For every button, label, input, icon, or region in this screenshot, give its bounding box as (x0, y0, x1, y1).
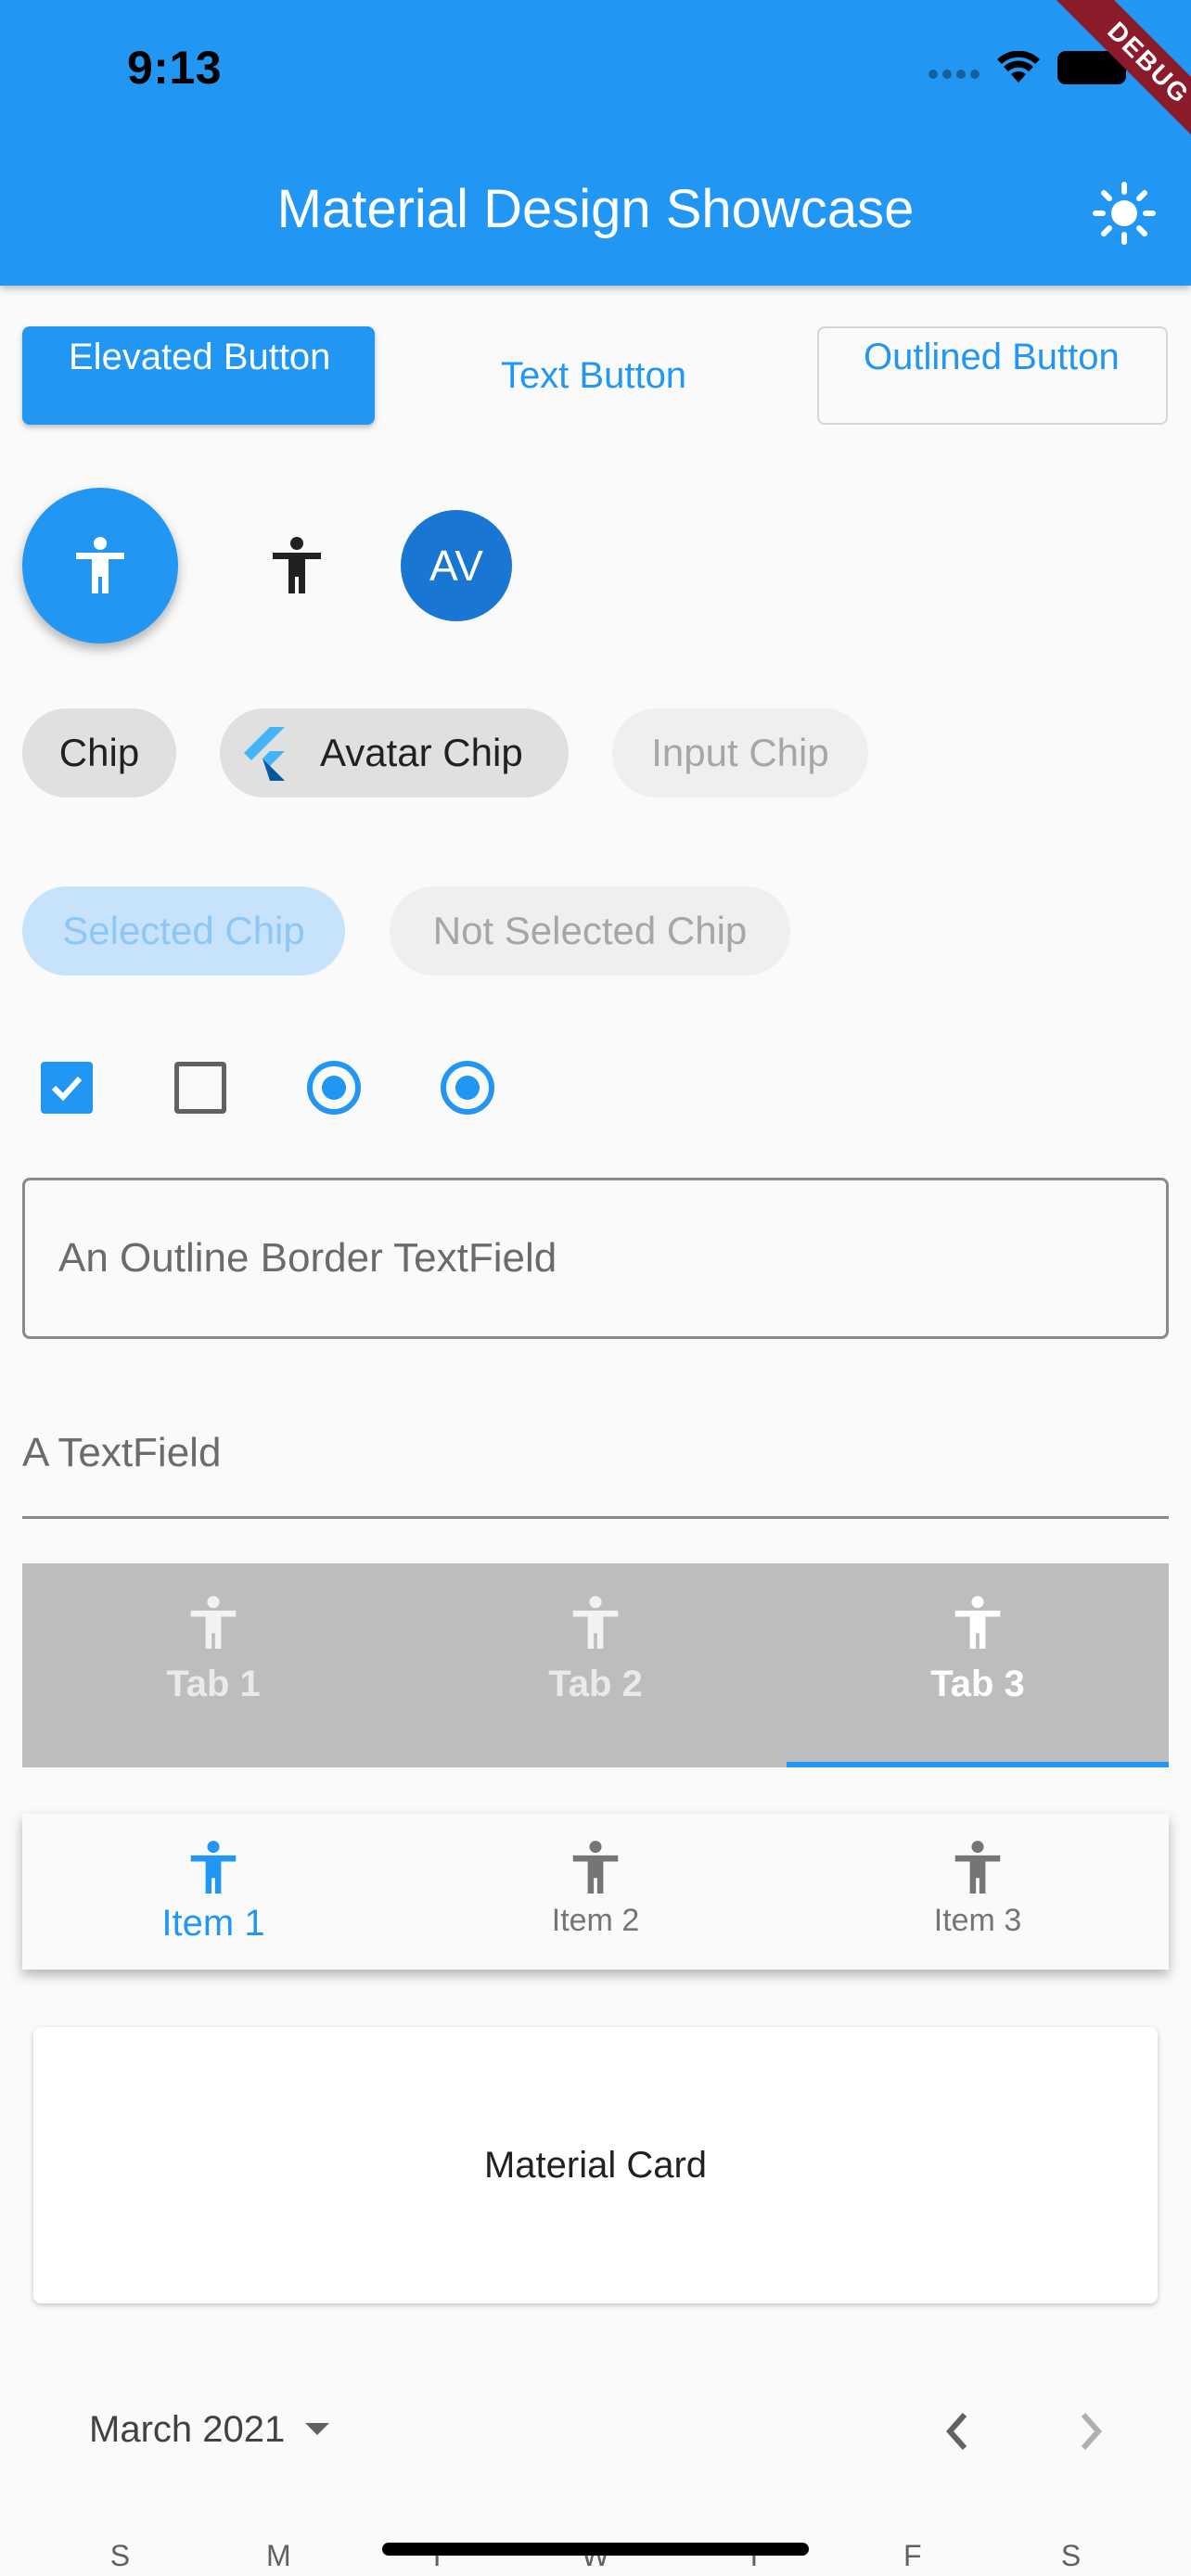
app-bar-title: Material Design Showcase (276, 179, 915, 239)
accessibility-icon (273, 537, 321, 593)
app-bar: 9:13 Material Design Showcase DEBUG (0, 0, 1191, 286)
avatar-chip[interactable]: Avatar Chip (220, 708, 569, 797)
weekday-label: F (903, 2539, 922, 2572)
card-label: Material Card (483, 2144, 708, 2186)
flutter-logo-icon (244, 727, 285, 781)
theme-toggle-button[interactable] (1087, 176, 1161, 250)
accessibility-icon (76, 537, 124, 593)
brightness-icon (1093, 182, 1156, 245)
tab-3[interactable]: Tab 3 (787, 1563, 1169, 1767)
accessibility-icon (572, 1841, 619, 1894)
avatar: AV (401, 510, 512, 621)
weekday-label: S (1060, 2539, 1082, 2572)
accessibility-icon (954, 1841, 1001, 1894)
elevated-button[interactable]: Elevated Button (22, 326, 375, 425)
dropdown-arrow-icon (305, 2423, 330, 2435)
nav-item-1[interactable]: Item 1 (22, 1814, 404, 1970)
checkbox-unchecked[interactable] (174, 1062, 226, 1114)
tab-label: Tab 2 (548, 1664, 643, 1704)
nav-item-3[interactable]: Item 3 (787, 1814, 1169, 1970)
accessibility-icon (954, 1596, 1001, 1649)
material-card: Material Card (33, 2027, 1158, 2303)
avatar-chip-label: Avatar Chip (320, 731, 523, 774)
accessibility-icon-button[interactable] (250, 519, 343, 612)
radio-button-2[interactable] (441, 1061, 494, 1115)
tab-label: Tab 1 (166, 1664, 261, 1704)
weekday-label: M (265, 2539, 291, 2572)
signal-icon (928, 49, 980, 86)
nav-item-2[interactable]: Item 2 (404, 1814, 787, 1970)
debug-banner: DEBUG (1029, 0, 1191, 183)
accessibility-icon (572, 1596, 619, 1649)
home-indicator[interactable] (382, 2543, 809, 2556)
check-icon (51, 1076, 83, 1102)
accessibility-icon (190, 1841, 237, 1894)
calendar-month-label: March 2021 (89, 2408, 286, 2450)
bottom-navigation-bar: Item 1 Item 2 Item 3 (22, 1814, 1169, 1970)
status-time: 9:13 (127, 42, 223, 94)
nav-item-label: Item 2 (551, 1903, 640, 1938)
tab-label: Tab 3 (930, 1664, 1025, 1704)
selected-chip[interactable]: Selected Chip (22, 886, 345, 976)
tab-indicator (787, 1762, 1169, 1767)
weekday-label: S (109, 2539, 131, 2572)
floating-action-button[interactable] (22, 488, 178, 644)
nav-item-label: Item 3 (933, 1903, 1022, 1938)
tab-2[interactable]: Tab 2 (404, 1563, 787, 1767)
tab-1[interactable]: Tab 1 (22, 1563, 404, 1767)
tab-bar: Tab 1 Tab 2 Tab 3 (22, 1563, 1169, 1767)
chevron-left-icon (945, 2413, 967, 2450)
basic-chip[interactable]: Chip (22, 708, 176, 797)
nav-item-label: Item 1 (161, 1903, 265, 1944)
calendar-month-selector[interactable]: March 2021 (89, 2402, 331, 2457)
checkbox-checked[interactable] (41, 1062, 93, 1114)
previous-month-button[interactable] (928, 2402, 987, 2461)
underline-text-field[interactable]: A TextField (22, 1409, 1169, 1519)
next-month-button[interactable] (1061, 2402, 1121, 2461)
status-icons (928, 45, 1133, 91)
not-selected-chip[interactable]: Not Selected Chip (390, 886, 790, 976)
wifi-icon (997, 51, 1040, 83)
chevron-right-icon (1081, 2413, 1103, 2450)
input-chip[interactable]: Input Chip (612, 708, 868, 797)
accessibility-icon (190, 1596, 237, 1649)
text-button[interactable]: Text Button (399, 326, 788, 425)
outline-text-field[interactable]: An Outline Border TextField (22, 1178, 1169, 1339)
radio-button-1[interactable] (307, 1061, 361, 1115)
outlined-button[interactable]: Outlined Button (817, 326, 1168, 425)
